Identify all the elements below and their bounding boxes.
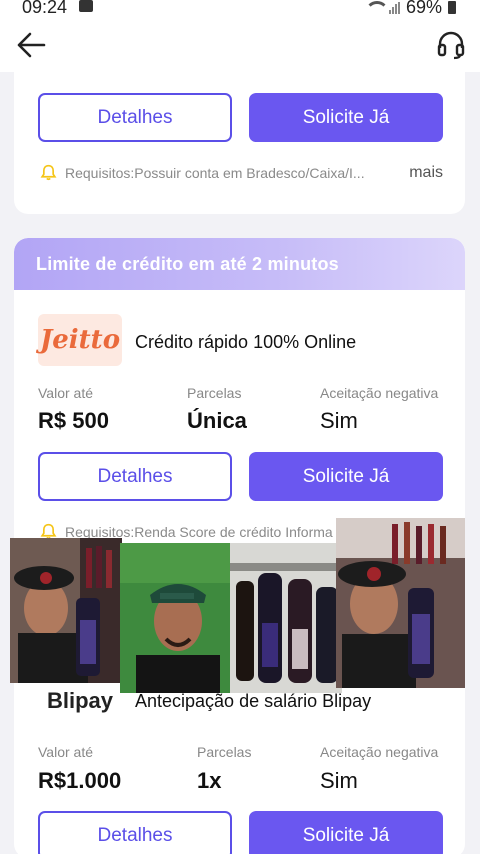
- status-indicators: 69%: [364, 0, 456, 18]
- installments-label: Parcelas: [197, 744, 252, 760]
- status-bar: 09:24 69%: [0, 0, 480, 20]
- negative-acceptance-label: Aceitação negativa: [320, 744, 439, 760]
- amount-value: R$ 500: [38, 408, 109, 433]
- negative-acceptance-value: Sim: [320, 408, 358, 433]
- installments-value: 1x: [197, 768, 222, 793]
- arrow-left-icon[interactable]: [14, 30, 48, 60]
- details-button[interactable]: Detalhes: [38, 811, 232, 854]
- more-link[interactable]: mais: [409, 164, 443, 182]
- offer-title: Crédito rápido 100% Online: [135, 332, 357, 352]
- card-header: Limite de crédito em até 2 minutos: [14, 238, 465, 290]
- amount-value: R$1.000: [38, 768, 122, 793]
- headset-icon[interactable]: [436, 30, 466, 60]
- bell-icon: [40, 164, 57, 181]
- card-header-title: Limite de crédito em até 2 minutos: [36, 254, 339, 274]
- camera-frame-3: [230, 543, 342, 693]
- installments-label: Parcelas: [187, 385, 242, 401]
- camera-frame-1: [10, 538, 122, 683]
- negative-acceptance-label: Aceitação negativa: [320, 385, 439, 401]
- apply-button[interactable]: Solicite Já: [249, 452, 443, 501]
- details-button[interactable]: Detalhes: [38, 452, 232, 501]
- video-overlay-strip: [10, 518, 465, 693]
- battery-percent: 69%: [405, 0, 442, 17]
- wifi-icon: [364, 0, 389, 15]
- top-bar: [0, 20, 480, 72]
- signal-icon: [388, 1, 400, 14]
- offer-card-previous: Detalhes Solicite Já Requisitos:Possuir …: [14, 72, 465, 214]
- offer-title: Antecipação de salário Blipay: [135, 691, 372, 711]
- image-icon: [79, 0, 93, 12]
- battery-icon: [448, 1, 456, 14]
- apply-button[interactable]: Solicite Já: [249, 811, 443, 854]
- requirements-text: Requisitos:Possuir conta em Bradesco/Cai…: [65, 164, 365, 181]
- camera-frame-2: [120, 543, 232, 693]
- negative-acceptance-value: Sim: [320, 768, 358, 793]
- apply-button[interactable]: Solicite Já: [249, 93, 443, 142]
- jeitto-logo: Jeitto: [38, 314, 122, 366]
- details-button[interactable]: Detalhes: [38, 93, 232, 142]
- camera-frame-4: [336, 518, 465, 688]
- status-time: 09:24: [22, 0, 68, 17]
- installments-value: Única: [187, 408, 247, 433]
- requirements-row: Requisitos:Possuir conta em Bradesco/Cai…: [40, 164, 365, 181]
- amount-label: Valor até: [38, 744, 93, 760]
- amount-label: Valor até: [38, 385, 93, 401]
